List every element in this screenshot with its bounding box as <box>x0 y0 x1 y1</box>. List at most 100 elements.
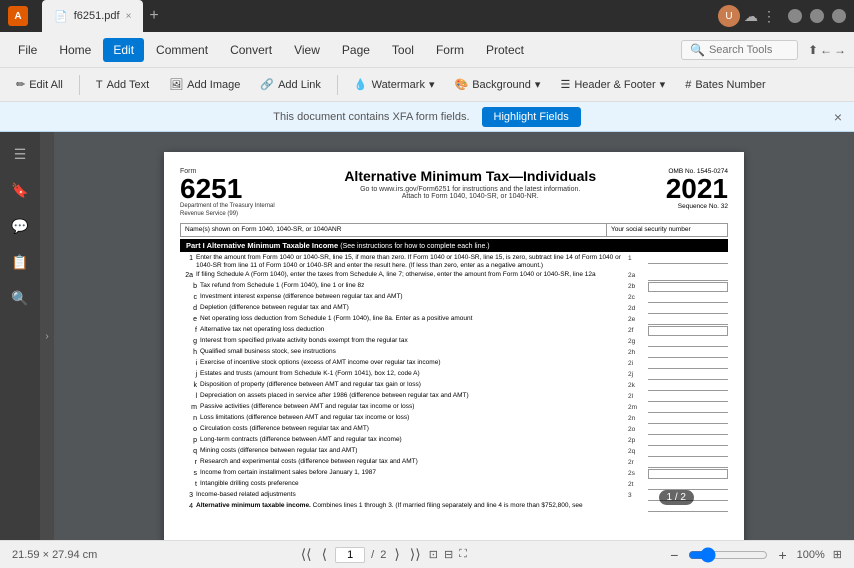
back-icon[interactable]: ← <box>820 43 832 57</box>
row-field-2t[interactable] <box>648 480 728 490</box>
row-num-2i: i <box>180 359 200 367</box>
row-field-2g[interactable] <box>648 337 728 347</box>
row-field-2b[interactable] <box>648 282 728 292</box>
zoom-slider[interactable] <box>688 547 768 563</box>
row-field-1[interactable] <box>648 254 728 264</box>
row-field-2l[interactable] <box>648 392 728 402</box>
sidebar-panel-icon[interactable]: ☰ <box>6 140 34 168</box>
nav-next-button[interactable]: ⟩ <box>392 544 401 565</box>
left-sidebar: ☰ 🔖 💬 📋 🔍 <box>0 132 40 540</box>
bates-number-button[interactable]: # Bates Number <box>677 75 773 95</box>
form-row-4: 4 Alternative minimum taxable income. Co… <box>180 502 728 512</box>
row-field-2s[interactable] <box>648 469 728 479</box>
row-field-2n[interactable] <box>648 414 728 424</box>
row-field-2f[interactable] <box>648 326 728 336</box>
menu-comment[interactable]: Comment <box>146 38 218 62</box>
menu-convert[interactable]: Convert <box>220 38 282 62</box>
menu-edit[interactable]: Edit <box>103 38 144 62</box>
dimensions-label: 21.59 × 27.94 cm <box>12 549 97 561</box>
fullscreen-icon[interactable]: ⛶ <box>459 548 467 561</box>
forward-icon[interactable]: → <box>834 43 846 57</box>
omb-block: OMB No. 1545-0274 2021 Sequence No. 32 <box>666 168 728 219</box>
panel-toggle[interactable]: › <box>40 132 54 540</box>
edit-all-icon: ✏ <box>16 78 25 91</box>
row-num-2r: r <box>180 458 200 466</box>
row-field-2c[interactable] <box>648 293 728 303</box>
row-num-2s: s <box>180 469 200 477</box>
watermark-button[interactable]: 💧 Watermark ▾ <box>346 74 443 95</box>
sidebar-search-icon[interactable]: 🔍 <box>6 284 34 312</box>
row-code-2m: 2m <box>628 403 648 411</box>
add-image-button[interactable]: 🖼 Add Image <box>161 74 248 95</box>
row-field-2r[interactable] <box>648 458 728 468</box>
row-field-2m[interactable] <box>648 403 728 413</box>
row-field-2a[interactable] <box>648 271 728 281</box>
row-num-2q: q <box>180 447 200 455</box>
background-icon: 🎨 <box>455 78 469 91</box>
row-field-2d[interactable] <box>648 304 728 314</box>
search-icon: 🔍 <box>690 43 705 57</box>
form-number: 6251 <box>180 175 275 203</box>
row-code-2p: 2p <box>628 436 648 444</box>
maximize-button[interactable] <box>810 9 824 23</box>
menu-page[interactable]: Page <box>332 38 380 62</box>
menu-protect[interactable]: Protect <box>476 38 534 62</box>
menu-file[interactable]: File <box>8 38 47 62</box>
background-button[interactable]: 🎨 Background ▾ <box>447 74 549 95</box>
sub-row-2e: e Net operating loss deduction from Sche… <box>180 315 728 325</box>
row-field-2p[interactable] <box>648 436 728 446</box>
row-label-2f: Alternative tax net operating loss deduc… <box>200 326 628 334</box>
user-avatar[interactable]: U <box>718 5 740 27</box>
separator-1 <box>79 75 80 95</box>
header-footer-button[interactable]: ☰ Header & Footer ▾ <box>552 74 673 95</box>
sidebar-comment-icon[interactable]: 💬 <box>6 212 34 240</box>
edit-all-button[interactable]: ✏ Edit All <box>8 74 71 95</box>
minimize-button[interactable] <box>788 9 802 23</box>
menu-tool[interactable]: Tool <box>382 38 424 62</box>
grid-view-icon[interactable]: ⊞ <box>833 548 842 561</box>
add-link-button[interactable]: 🔗 Add Link <box>252 74 329 95</box>
menu-view[interactable]: View <box>284 38 330 62</box>
fit-page-icon[interactable]: ⊡ <box>429 548 438 561</box>
nav-first-button[interactable]: ⟨⟨ <box>299 544 314 565</box>
zoom-in-button[interactable]: + <box>776 545 788 565</box>
row-field-2q[interactable] <box>648 447 728 457</box>
tab-close-icon[interactable]: × <box>126 11 132 22</box>
new-tab-button[interactable]: + <box>143 7 164 25</box>
highlight-fields-button[interactable]: Highlight Fields <box>482 107 581 127</box>
sidebar-bookmark-icon[interactable]: 🔖 <box>6 176 34 204</box>
sub-row-2k: k Disposition of property (difference be… <box>180 381 728 391</box>
row-field-2k[interactable] <box>648 381 728 391</box>
row-field-2o[interactable] <box>648 425 728 435</box>
zoom-out-button[interactable]: − <box>668 545 680 565</box>
row-field-2e[interactable] <box>648 315 728 325</box>
page-badge: 1 / 2 <box>659 490 694 505</box>
row-field-2j[interactable] <box>648 370 728 380</box>
row-field-2i[interactable] <box>648 359 728 369</box>
page-input[interactable] <box>335 547 365 563</box>
search-input[interactable] <box>709 44 789 56</box>
sub-row-2q: q Mining costs (difference between regul… <box>180 447 728 457</box>
pdf-tab[interactable]: 📄 f6251.pdf × <box>42 0 143 32</box>
fit-width-icon[interactable]: ⊟ <box>444 548 453 561</box>
nav-last-button[interactable]: ⟩⟩ <box>408 544 423 565</box>
sidebar-pages-icon[interactable]: 📋 <box>6 248 34 276</box>
close-button[interactable] <box>832 9 846 23</box>
sub-row-2h: h Qualified small business stock, see in… <box>180 348 728 358</box>
external-link-icon[interactable]: ⬆ <box>808 43 818 57</box>
nav-prev-button[interactable]: ⟨ <box>320 544 329 565</box>
menu-form[interactable]: Form <box>426 38 474 62</box>
part-label: Part I <box>186 241 207 250</box>
ssn-cell: Your social security number <box>607 224 727 236</box>
row-code-2o: 2o <box>628 425 648 433</box>
menu-home[interactable]: Home <box>49 38 101 62</box>
add-text-button[interactable]: T Add Text <box>88 75 157 95</box>
row-field-2h[interactable] <box>648 348 728 358</box>
xfa-close-button[interactable]: × <box>834 109 842 125</box>
row-num-2m: m <box>180 403 200 411</box>
row-label-2n: Loss limitations (difference between AMT… <box>200 414 628 422</box>
sequence-number: Sequence No. 32 <box>666 203 728 210</box>
search-tools[interactable]: 🔍 <box>681 40 798 60</box>
row-label-2b: Tax refund from Schedule 1 (Form 1040), … <box>200 282 628 290</box>
settings-icon[interactable]: ⋮ <box>762 8 776 25</box>
